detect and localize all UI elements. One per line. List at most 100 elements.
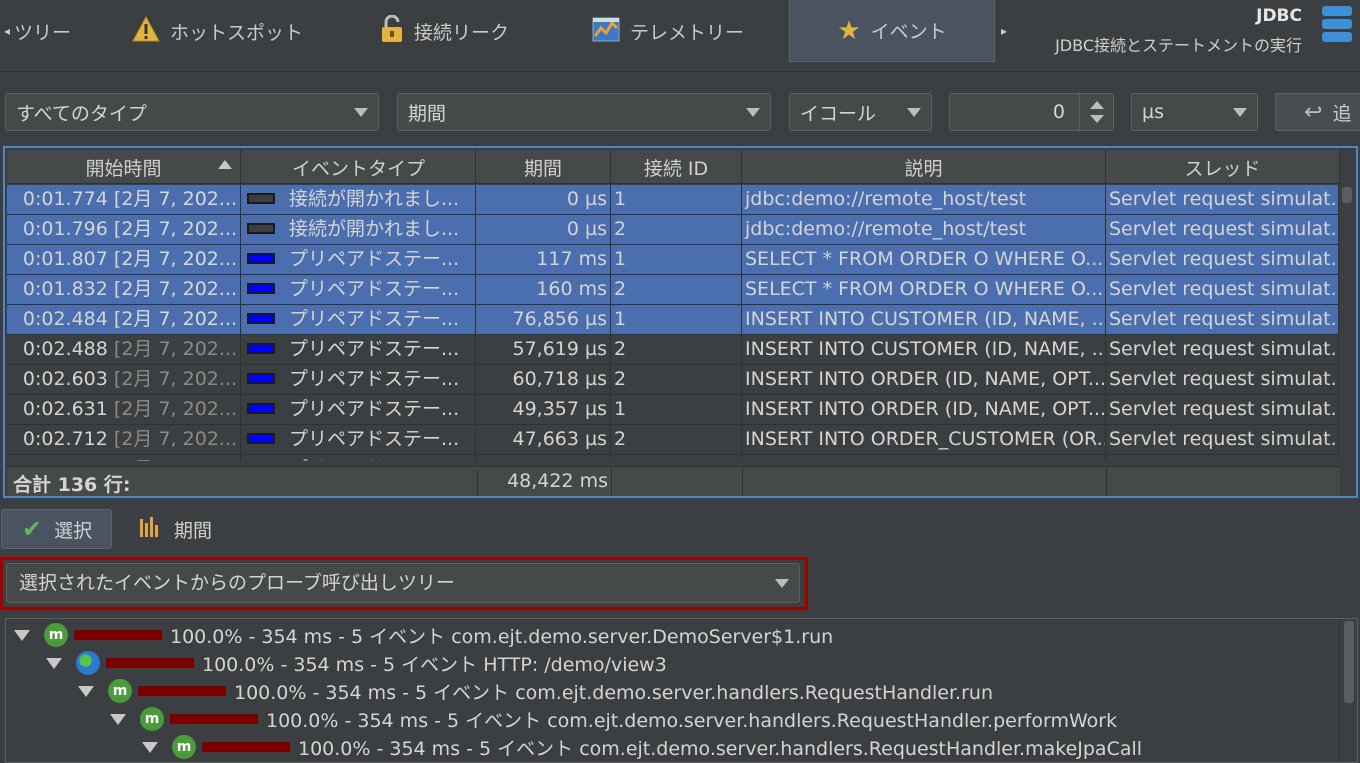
column-thread-label: スレッド xyxy=(1184,157,1261,180)
probe-call-tree: m 100.0% - 354 ms - 5 イベント com.ejt.demo.s… xyxy=(5,618,1358,763)
table-row[interactable]: 0:02.757 [2月 7, 202... プリペアドステー... 44,885 … xyxy=(7,455,1340,461)
column-event-type-label: イベントタイプ xyxy=(291,157,425,180)
table-row[interactable]: 0:02.712 [2月 7, 202... プリペアドステー... 47,663 … xyxy=(7,425,1340,455)
header-title-block: JDBC JDBC接続とステートメントの実行 xyxy=(1055,6,1302,56)
column-connection-id[interactable]: 接続 ID xyxy=(611,150,742,184)
tab-connection-leaks[interactable]: 接続リーク xyxy=(380,0,560,62)
expand-toggle-icon[interactable] xyxy=(142,741,158,753)
start-date: [2月 7, 202... xyxy=(113,398,237,420)
tab-telemetry[interactable]: テレメトリー xyxy=(592,0,772,62)
percentage-bar xyxy=(170,714,258,724)
expand-toggle-icon[interactable] xyxy=(46,657,62,669)
scroll-right-icon[interactable]: ▸ xyxy=(1001,24,1007,38)
filter-operator-select[interactable]: イコール xyxy=(789,93,932,131)
scrollbar-thumb[interactable] xyxy=(1344,621,1354,703)
event-type: プリペアドステー... xyxy=(289,278,460,300)
duration-mode-button[interactable]: 期間 xyxy=(138,509,212,549)
add-filter-button[interactable]: ↩ 追 xyxy=(1275,93,1360,131)
thread-cell: Servlet request simulat... xyxy=(1106,305,1340,334)
duration-bars-icon xyxy=(138,515,162,544)
event-type-cell: プリペアドステー... xyxy=(242,245,476,274)
start-date: [2月 7, 202... xyxy=(113,218,237,240)
desc-cell: INSERT INTO CUSTOMER (ID, NAME, ... xyxy=(742,305,1106,334)
table-row[interactable]: 0:02.488 [2月 7, 202... プリペアドステー... 57,619 … xyxy=(7,335,1340,365)
desc-cell: jdbc:demo://remote_host/test xyxy=(742,185,1106,214)
scroll-left-icon[interactable]: ◂ xyxy=(4,24,10,38)
filter-value-spinner[interactable]: 0 xyxy=(949,93,1114,131)
event-type-cell: プリペアドステー... xyxy=(242,455,476,461)
table-body: 0:01.774 [2月 7, 202... 接続が開かれまし... 0 µs 1 jd… xyxy=(7,185,1340,461)
checkmark-icon: ✔ xyxy=(22,515,43,543)
duration-cell: 49,357 µs xyxy=(476,395,611,424)
table-row[interactable]: 0:01.832 [2月 7, 202... プリペアドステー... 160 ms 2… xyxy=(7,275,1340,305)
tab-tree-label: ツリー xyxy=(14,21,72,44)
start-time: 0:02.488 xyxy=(22,338,108,360)
tree-node[interactable]: m 100.0% - 354 ms - 5 イベント com.ejt.demo.s… xyxy=(14,621,833,649)
start-time-cell: 0:01.774 [2月 7, 202... xyxy=(7,185,241,214)
page-subtitle: JDBC接続とステートメントの実行 xyxy=(1055,36,1302,55)
tab-tree[interactable]: ツリー xyxy=(14,0,114,62)
chevron-down-icon xyxy=(1233,108,1247,117)
column-duration[interactable]: 期間 xyxy=(476,150,611,184)
percentage-bar xyxy=(106,658,194,668)
tree-node[interactable]: m 100.0% - 354 ms - 5 イベント com.ejt.demo.s… xyxy=(78,677,993,705)
start-time: 0:02.603 xyxy=(22,368,108,390)
footer-divider xyxy=(1106,467,1107,496)
column-start-time[interactable]: 開始時間 xyxy=(7,150,241,184)
event-color-swatch xyxy=(247,343,275,354)
start-time-cell: 0:02.484 [2月 7, 202... xyxy=(7,305,241,334)
filter-value[interactable]: 0 xyxy=(1053,101,1065,123)
start-date: [2月 7, 202... xyxy=(114,458,237,461)
view-tab-bar: ◂ ツリー ホットスポット 接続リーク テレメトリー ★ イベント ▸ JDBC… xyxy=(0,0,1360,72)
event-type-filter[interactable]: すべてのタイプ xyxy=(5,93,379,131)
table-row[interactable]: 0:01.807 [2月 7, 202... プリペアドステー... 117 ms 1… xyxy=(7,245,1340,275)
column-thread[interactable]: スレッド xyxy=(1106,150,1340,184)
start-date: [2月 7, 202... xyxy=(113,188,237,210)
scrollbar-thumb[interactable] xyxy=(1342,187,1352,203)
event-color-swatch xyxy=(247,283,275,294)
expand-toggle-icon[interactable] xyxy=(78,685,94,697)
table-scrollbar[interactable] xyxy=(1338,185,1354,461)
column-event-type[interactable]: イベントタイプ xyxy=(242,150,476,184)
footer-divider xyxy=(611,467,612,496)
call-tree-view-select[interactable]: 選択されたイベントからのプローブ呼び出しツリー xyxy=(6,563,800,603)
tree-node[interactable]: m 100.0% - 354 ms - 5 イベント com.ejt.demo.s… xyxy=(110,705,1117,733)
filter-unit-value: µs xyxy=(1142,101,1164,123)
return-arrow-icon: ↩ xyxy=(1304,99,1323,125)
tree-node[interactable]: 100.0% - 354 ms - 5 イベント HTTP: /demo/vie… xyxy=(46,649,667,677)
selection-mode-label: 選択 xyxy=(54,519,93,542)
selection-mode-button[interactable]: ✔ 選択 xyxy=(1,509,112,549)
tree-node[interactable]: m 100.0% - 354 ms - 5 イベント com.ejt.demo.s… xyxy=(142,733,1142,761)
spinner-up-icon[interactable] xyxy=(1090,101,1104,109)
duration-cell: 47,663 µs xyxy=(476,425,611,454)
thread-cell: Servlet request simulat... xyxy=(1106,185,1340,214)
event-type: プリペアドステー... xyxy=(289,308,460,330)
desc-cell: INSERT INTO CUSTOMER (ID, NAME, ... xyxy=(742,335,1106,364)
footer-divider xyxy=(742,467,743,496)
event-type: プリペアドステー... xyxy=(289,338,460,360)
globe-icon xyxy=(76,651,100,675)
filter-field-select[interactable]: 期間 xyxy=(397,93,771,131)
start-date: [2月 7, 202... xyxy=(113,308,237,330)
table-row[interactable]: 0:01.796 [2月 7, 202... 接続が開かれまし... 0 µs 2 jd… xyxy=(7,215,1340,245)
spinner-down-icon[interactable] xyxy=(1090,115,1104,123)
table-row[interactable]: 0:02.603 [2月 7, 202... プリペアドステー... 60,718 … xyxy=(7,365,1340,395)
tree-scrollbar[interactable] xyxy=(1339,619,1357,762)
telemetry-icon xyxy=(592,16,620,47)
filter-unit-select[interactable]: µs xyxy=(1131,93,1258,131)
duration-cell: 60,718 µs xyxy=(476,365,611,394)
database-icon xyxy=(1320,4,1354,46)
tab-hotspots-label: ホットスポット xyxy=(170,21,304,44)
table-row[interactable]: 0:02.484 [2月 7, 202... プリペアドステー... 76,856 … xyxy=(7,305,1340,335)
total-duration: 48,422 ms xyxy=(477,470,611,496)
tab-hotspots[interactable]: ホットスポット xyxy=(132,0,342,62)
expand-toggle-icon[interactable] xyxy=(110,713,126,725)
percentage-bar xyxy=(74,630,162,640)
expand-toggle-icon[interactable] xyxy=(14,629,30,641)
start-time: 0:02.631 xyxy=(22,398,108,420)
star-icon: ★ xyxy=(837,15,861,46)
table-row[interactable]: 0:02.631 [2月 7, 202... プリペアドステー... 49,357 … xyxy=(7,395,1340,425)
tab-events[interactable]: ★ イベント xyxy=(789,0,995,62)
column-description[interactable]: 説明 xyxy=(742,150,1106,184)
table-row[interactable]: 0:01.774 [2月 7, 202... 接続が開かれまし... 0 µs 1 jd… xyxy=(7,185,1340,215)
